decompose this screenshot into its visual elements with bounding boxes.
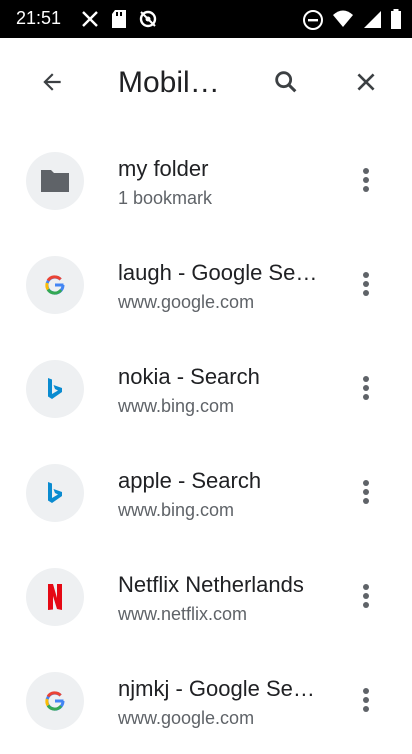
folder-icon [26, 152, 84, 210]
netflix-icon [26, 568, 84, 626]
back-button[interactable] [28, 60, 76, 108]
item-title: nokia - Search [118, 364, 260, 389]
item-title: apple - Search [118, 468, 262, 493]
item-subtitle: www.google.com [118, 708, 255, 728]
more-vert-icon [362, 375, 370, 406]
item-title: Netflix Netherlands [118, 572, 304, 597]
item-subtitle: 1 bookmark [118, 188, 213, 208]
item-title: my folder [118, 156, 209, 181]
toolbar: Mobile bookmarks [0, 38, 412, 130]
bing-icon [26, 360, 84, 418]
list-item[interactable]: nokia - Search www.bing.com [0, 338, 412, 442]
battery-icon [390, 9, 402, 31]
list-item[interactable]: Netflix Netherlands www.netflix.com [0, 546, 412, 650]
more-vert-icon [362, 271, 370, 302]
list-item[interactable]: my folder 1 bookmark [0, 130, 412, 234]
more-options-button[interactable] [344, 576, 388, 620]
close-button[interactable] [342, 60, 390, 108]
sd-card-icon [110, 9, 128, 29]
google-icon [26, 672, 84, 730]
arrow-back-icon [39, 69, 65, 100]
more-vert-icon [362, 687, 370, 718]
location-off-icon [138, 9, 158, 29]
do-not-disturb-icon [302, 9, 324, 31]
page-title: Mobile bookmarks [118, 66, 226, 99]
more-options-button[interactable] [344, 368, 388, 412]
more-options-button[interactable] [344, 680, 388, 724]
item-title: laugh - Google Search [118, 260, 320, 285]
more-vert-icon [362, 479, 370, 510]
list-item[interactable]: apple - Search www.bing.com [0, 442, 412, 546]
google-icon [26, 256, 84, 314]
signal-icon [362, 9, 382, 31]
missed-call-icon [80, 9, 100, 29]
status-time: 21:51 [16, 8, 62, 28]
item-subtitle: www.netflix.com [118, 604, 248, 624]
more-vert-icon [362, 583, 370, 614]
status-bar: 21:51 [0, 0, 412, 38]
more-options-button[interactable] [344, 472, 388, 516]
more-options-button[interactable] [344, 264, 388, 308]
list-item[interactable]: njmkj - Google Search www.google.com [0, 650, 412, 754]
item-subtitle: www.google.com [118, 292, 255, 312]
item-subtitle: www.bing.com [118, 396, 235, 416]
search-button[interactable] [262, 60, 310, 108]
bing-icon [26, 464, 84, 522]
search-icon [272, 68, 300, 101]
more-options-button[interactable] [344, 160, 388, 204]
close-icon [353, 69, 379, 100]
bookmark-list: my folder 1 bookmark laugh - Google Sear… [0, 130, 412, 754]
item-title: njmkj - Google Search [118, 676, 320, 701]
item-subtitle: www.bing.com [118, 500, 235, 520]
list-item[interactable]: laugh - Google Search www.google.com [0, 234, 412, 338]
wifi-icon [332, 9, 354, 31]
more-vert-icon [362, 167, 370, 198]
